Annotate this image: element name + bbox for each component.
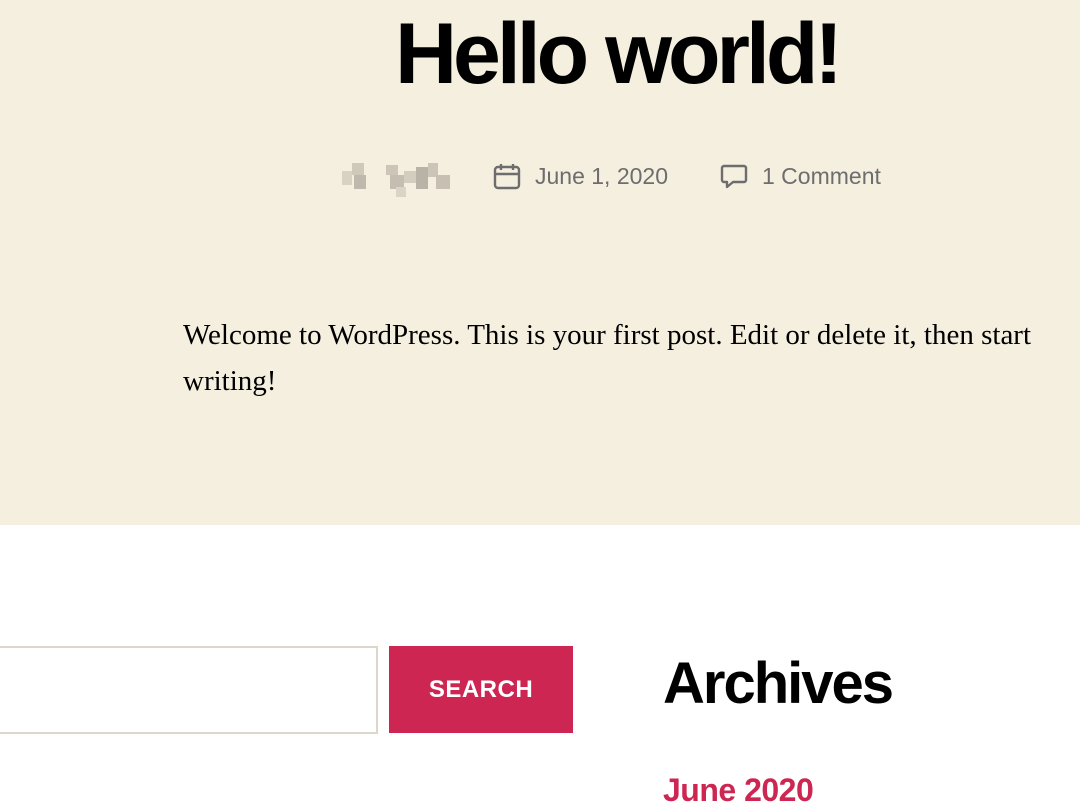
calendar-icon [493, 164, 521, 190]
post-comments-link[interactable]: 1 Comment [762, 163, 881, 190]
post-date[interactable]: June 1, 2020 [493, 156, 668, 196]
author-avatar-icon [340, 161, 452, 199]
archives-widget-title: Archives [663, 651, 894, 716]
post-article: Hello world! June 1, 2020 1 Comment Welc… [0, 0, 1080, 525]
search-button[interactable]: SEARCH [389, 646, 573, 733]
search-input[interactable] [0, 646, 378, 734]
post-content: Welcome to WordPress. This is your first… [183, 319, 1032, 397]
post-date-link[interactable]: June 1, 2020 [535, 163, 668, 190]
post-title: Hello world! [394, 6, 843, 102]
archive-link-june-2020[interactable]: June 2020 [663, 770, 814, 803]
comment-bubble-icon [720, 164, 748, 189]
post-comments[interactable]: 1 Comment [720, 156, 881, 196]
post-author[interactable] [340, 160, 452, 200]
